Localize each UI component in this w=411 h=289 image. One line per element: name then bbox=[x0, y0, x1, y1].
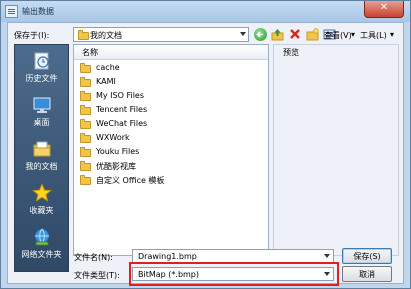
history-icon bbox=[34, 52, 49, 70]
save-in-combobox[interactable]: 我的文档 bbox=[73, 27, 249, 42]
filetype-label: 文件类型(T): bbox=[74, 271, 120, 280]
new-folder-icon[interactable] bbox=[306, 28, 319, 41]
folder-icon bbox=[78, 30, 89, 40]
filename-value: Drawing1.bmp bbox=[138, 252, 197, 261]
save-in-label: 保存于(I): bbox=[14, 31, 50, 40]
list-item[interactable]: 优酷影视库 bbox=[74, 159, 268, 173]
list-item[interactable]: Tencent Files bbox=[74, 103, 268, 117]
list-item-name: Youku Files bbox=[96, 147, 140, 156]
place-label: 收藏夹 bbox=[29, 206, 54, 215]
column-header-name[interactable]: 名称 bbox=[74, 45, 268, 60]
folder-icon bbox=[80, 175, 91, 185]
filename-input[interactable]: Drawing1.bmp bbox=[132, 249, 334, 263]
list-item-name: WXWork bbox=[96, 133, 130, 142]
dialog-body: 保存于(I): 我的文档 查看(V) ▾ 工具(L) ▾ 历史文件 桌面 我的文… bbox=[7, 22, 404, 286]
list-item-name: 优酷影视库 bbox=[96, 162, 136, 171]
list-item[interactable]: Youku Files bbox=[74, 145, 268, 159]
folder-icon bbox=[80, 77, 91, 87]
folder-icon bbox=[80, 161, 91, 171]
list-item-name: cache bbox=[96, 63, 120, 72]
tools-menu-label[interactable]: 工具(L) bbox=[360, 30, 387, 41]
list-item[interactable]: My ISO Files bbox=[74, 89, 268, 103]
save-in-value: 我的文档 bbox=[90, 31, 122, 40]
folder-icon bbox=[80, 63, 91, 73]
file-list[interactable]: 名称 cache KAMI My ISO Files Tencent Files… bbox=[73, 44, 269, 256]
view-menu-chevron-icon[interactable]: ▾ bbox=[351, 30, 355, 39]
filetype-value: BitMap (*.bmp) bbox=[138, 270, 200, 279]
list-item-name: 自定义 Office 模板 bbox=[96, 176, 165, 185]
save-button-label: 保存(S) bbox=[353, 252, 381, 261]
network-folder-icon bbox=[34, 228, 50, 246]
list-item-name: WeChat Files bbox=[96, 119, 148, 128]
folder-icon bbox=[80, 133, 91, 143]
favorites-star-icon bbox=[32, 183, 52, 202]
cancel-button[interactable]: 取消 bbox=[342, 266, 392, 282]
place-history[interactable]: 历史文件 bbox=[15, 49, 68, 91]
list-item[interactable]: KAMI bbox=[74, 75, 268, 89]
list-item-name: KAMI bbox=[96, 77, 116, 86]
save-button[interactable]: 保存(S) bbox=[342, 248, 392, 264]
cancel-button-label: 取消 bbox=[359, 270, 375, 279]
window-title: 输出数据 bbox=[22, 7, 54, 16]
list-item[interactable]: cache bbox=[74, 61, 268, 75]
place-label: 桌面 bbox=[33, 118, 50, 127]
title-bar[interactable]: 输出数据 ✕ bbox=[1, 1, 410, 22]
desktop-icon bbox=[33, 97, 51, 113]
folder-icon bbox=[80, 147, 91, 157]
place-network-folder[interactable]: 网络文件夹 bbox=[15, 225, 68, 267]
delete-icon[interactable] bbox=[289, 28, 301, 40]
view-menu-label[interactable]: 查看(V) bbox=[324, 30, 352, 41]
list-item-name: Tencent Files bbox=[96, 105, 148, 114]
back-arrow-icon[interactable] bbox=[254, 28, 267, 41]
folder-icon bbox=[80, 119, 91, 129]
up-folder-icon[interactable] bbox=[271, 28, 284, 41]
close-button[interactable]: ✕ bbox=[364, 1, 404, 18]
my-documents-icon bbox=[33, 141, 51, 157]
column-header-label: 名称 bbox=[82, 48, 98, 57]
folder-icon bbox=[80, 91, 91, 101]
tools-menu-chevron-icon[interactable]: ▾ bbox=[390, 30, 394, 39]
list-item[interactable]: WeChat Files bbox=[74, 117, 268, 131]
place-favorites[interactable]: 收藏夹 bbox=[15, 181, 68, 223]
list-item[interactable]: WXWork bbox=[74, 131, 268, 145]
place-my-documents[interactable]: 我的文档 bbox=[15, 137, 68, 179]
filetype-select[interactable]: BitMap (*.bmp) bbox=[132, 267, 334, 281]
place-label: 我的文档 bbox=[25, 162, 58, 171]
preview-pane: 预览 bbox=[273, 44, 399, 256]
close-icon: ✕ bbox=[379, 2, 389, 13]
filename-label: 文件名(N): bbox=[74, 253, 113, 262]
chevron-down-icon bbox=[240, 32, 246, 36]
place-desktop[interactable]: 桌面 bbox=[15, 93, 68, 135]
place-label: 网络文件夹 bbox=[21, 250, 62, 259]
list-item-name: My ISO Files bbox=[96, 91, 145, 100]
app-icon bbox=[5, 5, 18, 18]
places-bar: 历史文件 桌面 我的文档 收藏夹 网络文件夹 bbox=[14, 44, 69, 272]
preview-label: 预览 bbox=[283, 48, 299, 57]
place-label: 历史文件 bbox=[25, 74, 58, 83]
save-dialog-window: 输出数据 ✕ 保存于(I): 我的文档 查看(V) ▾ 工具(L) ▾ 历史文件… bbox=[0, 0, 411, 289]
folder-icon bbox=[80, 105, 91, 115]
chevron-down-icon bbox=[324, 272, 330, 276]
list-item[interactable]: 自定义 Office 模板 bbox=[74, 173, 268, 187]
chevron-down-icon bbox=[324, 254, 330, 258]
